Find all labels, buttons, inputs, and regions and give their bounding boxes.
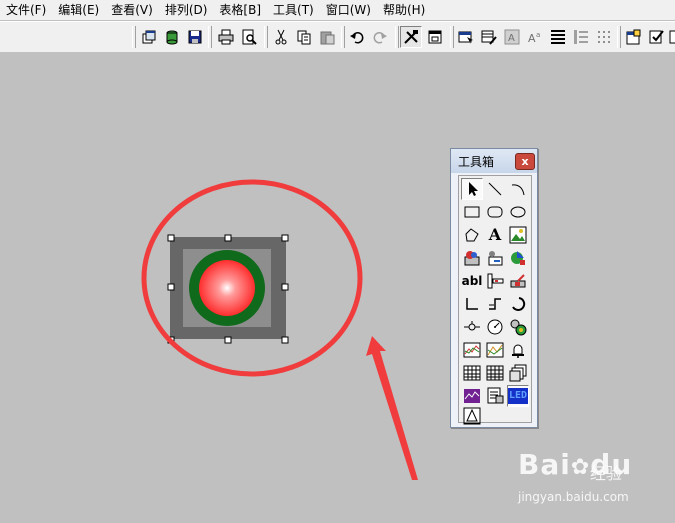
chart-tool[interactable]: [461, 385, 483, 407]
toolbar-grip[interactable]: [208, 26, 212, 48]
database-edit-icon[interactable]: [478, 26, 500, 48]
toolbox-grid: A abl LED: [458, 175, 532, 425]
menu-bar: 文件(F) 编辑(E) 查看(V) 排列(D) 表格[B] 工具(T) 窗口(W…: [0, 0, 675, 20]
menu-arrange[interactable]: 排列(D): [159, 0, 214, 20]
textbox-tool[interactable]: abl: [461, 270, 483, 292]
indicator-tool[interactable]: [507, 316, 529, 338]
list-icon[interactable]: [570, 26, 592, 48]
font-icon[interactable]: A: [501, 26, 523, 48]
pointer-tool[interactable]: [461, 178, 483, 200]
menu-window[interactable]: 窗口(W): [320, 0, 377, 20]
menu-view[interactable]: 查看(V): [105, 0, 159, 20]
ellipse-tool[interactable]: [507, 201, 529, 223]
svg-text:A: A: [528, 32, 536, 45]
table-tool[interactable]: [461, 362, 483, 384]
report-tool[interactable]: [484, 385, 506, 407]
font-size-icon[interactable]: Aa: [524, 26, 546, 48]
step-tool[interactable]: [484, 293, 506, 315]
toolbar-grip[interactable]: [617, 26, 621, 48]
window-tool[interactable]: [507, 362, 529, 384]
toolbar-grip[interactable]: [341, 26, 345, 48]
curve-tool[interactable]: [507, 293, 529, 315]
trend-tool[interactable]: [461, 339, 483, 361]
grid-tool[interactable]: [484, 362, 506, 384]
align-icon[interactable]: [547, 26, 569, 48]
menu-table[interactable]: 表格[B]: [213, 0, 267, 20]
close-button[interactable]: x: [515, 153, 535, 170]
gauge-tool[interactable]: [484, 316, 506, 338]
print-icon[interactable]: [215, 26, 237, 48]
polygon-tool[interactable]: [461, 224, 483, 246]
toolbox-title: 工具箱: [458, 155, 495, 169]
window-icon[interactable]: [424, 26, 446, 48]
new-window-icon[interactable]: [138, 26, 160, 48]
bitmap-tool[interactable]: [507, 224, 529, 246]
menu-help[interactable]: 帮助(H): [377, 0, 431, 20]
tools-icon[interactable]: [400, 26, 422, 48]
database-icon[interactable]: [161, 26, 183, 48]
check-icon[interactable]: [646, 26, 668, 48]
paste-icon[interactable]: [316, 26, 338, 48]
alarm-tool[interactable]: [507, 339, 529, 361]
undo-icon[interactable]: [346, 26, 368, 48]
animation-tool[interactable]: [461, 407, 483, 425]
toolbox-titlebar[interactable]: 工具箱 x: [451, 149, 537, 173]
cut-icon[interactable]: [270, 26, 292, 48]
menu-file[interactable]: 文件(F): [0, 0, 52, 20]
svg-text:a: a: [536, 31, 540, 39]
line-tool[interactable]: [484, 178, 506, 200]
switch-tool[interactable]: [507, 270, 529, 292]
indicator-light[interactable]: [166, 233, 290, 345]
menu-tools[interactable]: 工具(T): [267, 0, 320, 20]
toolbar: A Aa: [0, 21, 675, 53]
valve-tool[interactable]: [461, 316, 483, 338]
rounded-rect-tool[interactable]: [484, 201, 506, 223]
toolbar-grip[interactable]: [450, 26, 454, 48]
paw-icon: ✿: [570, 455, 591, 480]
print-preview-icon[interactable]: [238, 26, 260, 48]
watermark-url: jingyan.baidu.com: [518, 490, 629, 504]
watermark-cn: 经验: [590, 464, 623, 483]
page-setup-icon[interactable]: [623, 26, 645, 48]
text-tool[interactable]: A: [484, 224, 506, 246]
toolbar-grip[interactable]: [132, 26, 136, 48]
label-tool[interactable]: [484, 247, 506, 269]
button-tool[interactable]: [461, 247, 483, 269]
toolbar-grip[interactable]: [395, 26, 399, 48]
svg-text:A: A: [508, 33, 515, 44]
pipe-tool[interactable]: [461, 293, 483, 315]
more-icon[interactable]: [666, 26, 675, 48]
baidu-jingyan-watermark: Bai✿du 经验 jingyan.baidu.com: [518, 448, 668, 518]
copy-icon[interactable]: [293, 26, 315, 48]
xy-curve-tool[interactable]: [484, 339, 506, 361]
redo-icon[interactable]: [369, 26, 391, 48]
rectangle-tool[interactable]: [461, 201, 483, 223]
toolbox-panel: 工具箱 x A abl LED: [450, 148, 538, 428]
arc-tool[interactable]: [507, 178, 529, 200]
grid-icon[interactable]: [593, 26, 615, 48]
menu-edit[interactable]: 编辑(E): [52, 0, 105, 20]
slider-tool[interactable]: [484, 270, 506, 292]
led-tool[interactable]: LED: [507, 385, 529, 407]
save-icon[interactable]: [184, 26, 206, 48]
navigation-tool[interactable]: [507, 247, 529, 269]
properties-icon[interactable]: [455, 26, 477, 48]
toolbar-grip[interactable]: [264, 26, 268, 48]
